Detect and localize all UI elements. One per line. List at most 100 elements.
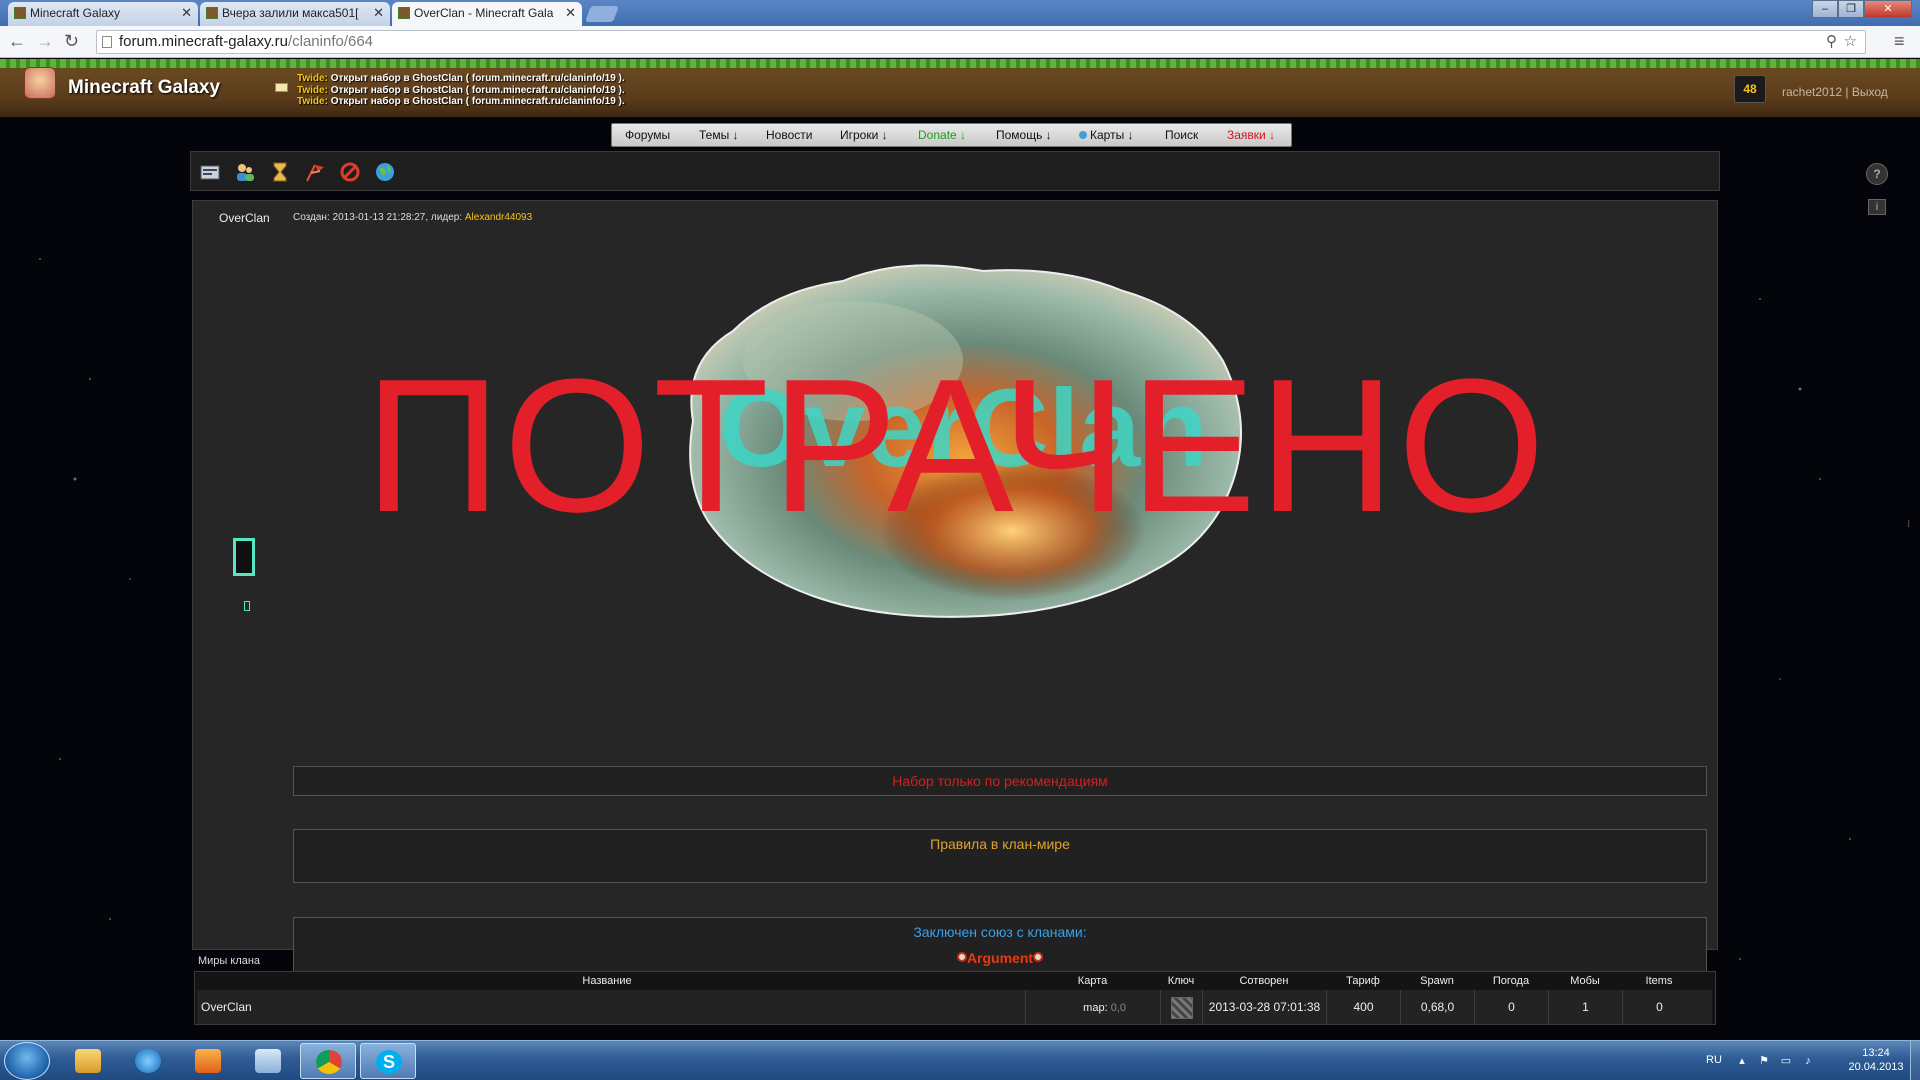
ban-icon[interactable] xyxy=(339,161,361,183)
reload-icon[interactable]: ↻ xyxy=(64,32,79,50)
taskbar: S RU ▴ ⚑ ▭ ♪ 13:24 20.04.2013 xyxy=(0,1040,1920,1080)
news-item[interactable]: Twide: Открыт набор в GhostClan ( forum.… xyxy=(297,96,625,108)
back-arrow-icon[interactable]: ← xyxy=(8,32,26,50)
flag-icon[interactable] xyxy=(304,161,326,183)
forward-arrow-icon[interactable]: → xyxy=(36,32,54,50)
nav-donate[interactable]: Donate ↓ xyxy=(918,128,966,142)
browser-tab-bar: Minecraft Galaxy ✕ Вчера залили макса501… xyxy=(0,0,1920,26)
clan-toolbar xyxy=(190,151,1720,191)
worlds-table: Название Карта Ключ Сотворен Тариф Spawn… xyxy=(194,971,1716,1025)
username-link[interactable]: rachet2012 xyxy=(1782,85,1842,99)
chrome-icon xyxy=(316,1050,342,1074)
nav-maps[interactable]: Карты ↓ xyxy=(1079,128,1134,142)
info-icon[interactable]: i xyxy=(1868,199,1886,215)
world-name[interactable]: OverClan xyxy=(197,990,1025,1024)
browser-tab-active[interactable]: OverClan - Minecraft Gala ✕ xyxy=(392,2,582,26)
new-tab-button[interactable] xyxy=(585,6,619,22)
tray-expand-icon[interactable]: ▴ xyxy=(1736,1055,1748,1067)
browser-tab[interactable]: Вчера залили макса501[ ✕ xyxy=(200,2,390,26)
address-bar[interactable]: forum.minecraft-galaxy.ru/claninfo/664 ⚲… xyxy=(96,30,1866,54)
close-icon[interactable]: ✕ xyxy=(181,2,192,24)
clan-panel: OverClan Создан: 2013-01-13 21:28:27, ли… xyxy=(192,200,1718,991)
leader-link[interactable]: Alexandr44093 xyxy=(465,212,532,223)
close-icon[interactable]: ✕ xyxy=(373,2,384,24)
start-button[interactable] xyxy=(4,1042,50,1080)
chrome-app[interactable] xyxy=(300,1043,356,1079)
created-date: 2013-01-13 21:28:27 xyxy=(332,212,426,223)
world-mobs: 1 xyxy=(1548,990,1622,1024)
site-logo-text[interactable]: Minecraft Galaxy xyxy=(68,77,220,99)
tab-title: OverClan - Minecraft Gala xyxy=(414,6,554,20)
world-tariff: 400 xyxy=(1326,990,1400,1024)
maximize-button[interactable]: ❐ xyxy=(1838,0,1864,18)
ally-name: Argument xyxy=(966,950,1034,966)
col-header-spawn: Spawn xyxy=(1420,975,1454,987)
skype-app[interactable]: S xyxy=(360,1043,416,1079)
recruit-text: Набор только по рекомендациям xyxy=(892,773,1108,789)
table-row[interactable]: OverClan map: 0,0 2013-03-28 07:01:38 40… xyxy=(197,990,1712,1024)
separator: | xyxy=(1842,85,1852,99)
nav-news[interactable]: Новости xyxy=(766,128,812,142)
favicon-icon xyxy=(398,7,410,19)
input-language[interactable]: RU xyxy=(1706,1054,1722,1066)
window-close-button[interactable]: ✕ xyxy=(1864,0,1912,18)
zoom-icon[interactable]: ⚲ xyxy=(1826,31,1837,53)
action-center-flag-icon[interactable]: ⚑ xyxy=(1758,1055,1770,1067)
nav-topics[interactable]: Темы ↓ xyxy=(699,128,739,142)
world-created: 2013-03-28 07:01:38 xyxy=(1202,990,1326,1024)
folder-icon xyxy=(75,1049,101,1073)
help-icon[interactable]: ? xyxy=(1866,163,1888,185)
leader-prefix: , лидер: xyxy=(425,212,465,223)
nav-requests[interactable]: Заявки ↓ xyxy=(1227,128,1275,142)
rules-box: Правила в клан-мире xyxy=(293,829,1707,883)
ally-emblem-icon xyxy=(956,952,967,962)
clock[interactable]: 13:24 20.04.2013 xyxy=(1846,1046,1906,1074)
scroll-block-icon xyxy=(233,538,255,576)
news-item[interactable]: Twide: Открыт набор в GhostClan ( forum.… xyxy=(297,73,625,85)
message-count-badge[interactable]: 48 xyxy=(1734,75,1766,103)
worlds-title: Миры клана xyxy=(198,955,261,967)
nav-players[interactable]: Игроки ↓ xyxy=(840,128,888,142)
col-header-tariff: Тариф xyxy=(1346,975,1380,987)
key-block-icon xyxy=(1170,996,1193,1019)
explorer-app[interactable] xyxy=(60,1043,116,1079)
scroll-mark-icon: ⁝ xyxy=(1907,519,1911,530)
volume-icon[interactable]: ♪ xyxy=(1802,1055,1814,1067)
nav-help[interactable]: Помощь ↓ xyxy=(996,128,1052,142)
alliance-title: Заключен союз с кланами: xyxy=(913,924,1087,940)
col-header-map: Карта xyxy=(1077,975,1108,987)
nav-maps-label: Карты ↓ xyxy=(1090,128,1134,142)
ie-icon xyxy=(135,1049,161,1073)
members-icon[interactable] xyxy=(234,161,256,183)
url-host: forum.minecraft-galaxy.ru xyxy=(119,33,288,50)
network-icon[interactable]: ▭ xyxy=(1780,1055,1792,1067)
world-map-cell[interactable]: map: 0,0 xyxy=(1025,990,1160,1024)
scroll-small-icon xyxy=(244,601,250,611)
paint-app[interactable] xyxy=(240,1043,296,1079)
globe-icon[interactable] xyxy=(374,161,396,183)
news-author: Twide: xyxy=(297,73,328,84)
col-header-weather: Погода xyxy=(1492,975,1530,987)
logo-icon[interactable] xyxy=(24,67,56,99)
show-desktop-button[interactable] xyxy=(1910,1041,1920,1080)
minimize-button[interactable]: – xyxy=(1812,0,1838,18)
ally-clan-link[interactable]: Argument xyxy=(956,950,1044,966)
news-item[interactable]: Twide: Открыт набор в GhostClan ( forum.… xyxy=(297,85,625,97)
clan-meta: Создан: 2013-01-13 21:28:27, лидер: Alex… xyxy=(293,212,532,223)
clan-name[interactable]: OverClan xyxy=(219,211,270,225)
close-icon[interactable]: ✕ xyxy=(565,2,576,24)
nav-search[interactable]: Поиск xyxy=(1165,128,1198,142)
clan-info-icon[interactable] xyxy=(199,161,221,183)
favicon-icon xyxy=(206,7,218,19)
nav-forums[interactable]: Форумы xyxy=(625,128,670,142)
col-header-mobs: Мобы xyxy=(1570,975,1600,987)
media-player-app[interactable] xyxy=(180,1043,236,1079)
ie-app[interactable] xyxy=(120,1043,176,1079)
col-header-created: Сотворен xyxy=(1239,975,1289,987)
bookmark-star-icon[interactable]: ☆ xyxy=(1844,31,1857,53)
logout-link[interactable]: Выход xyxy=(1852,85,1888,99)
hourglass-icon[interactable] xyxy=(269,161,291,183)
wasted-stamp-text: ПОТРАЧЕНО xyxy=(364,340,1548,552)
browser-tab[interactable]: Minecraft Galaxy ✕ xyxy=(8,2,198,26)
menu-icon[interactable]: ≡ xyxy=(1894,32,1905,50)
